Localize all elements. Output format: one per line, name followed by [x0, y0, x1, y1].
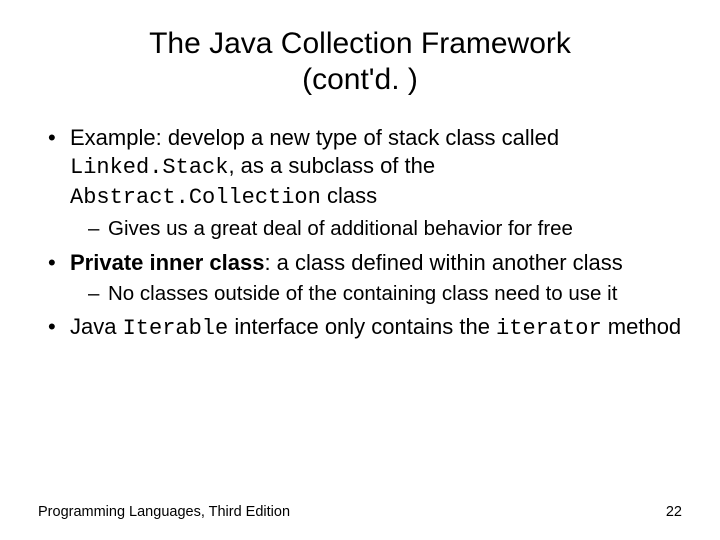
- b3-text-pre: Java: [70, 314, 123, 339]
- footer-source: Programming Languages, Third Edition: [38, 504, 290, 520]
- footer: Programming Languages, Third Edition 22: [38, 504, 682, 520]
- bullet-2: Private inner class: a class defined wit…: [46, 249, 682, 307]
- page-number: 22: [666, 504, 682, 520]
- bullet-3: Java Iterable interface only contains th…: [46, 313, 682, 343]
- b3-code-iterable: Iterable: [123, 316, 229, 341]
- b1-code-linkedstack: Linked.Stack: [70, 155, 228, 180]
- b2-bold: Private inner class: [70, 250, 264, 275]
- b1-text-post: class: [321, 183, 377, 208]
- b1-text-pre: Example: develop a new type of stack cla…: [70, 125, 559, 150]
- b3-code-iterator: iterator: [496, 316, 602, 341]
- bullet-1-sub-1: Gives us a great deal of additional beha…: [88, 216, 682, 242]
- b2-rest: : a class defined within another class: [264, 250, 622, 275]
- bullet-1: Example: develop a new type of stack cla…: [46, 124, 682, 243]
- b1-code-abstractcollection: Abstract.Collection: [70, 185, 321, 210]
- title-line-2: (cont'd. ): [302, 63, 418, 96]
- b3-text-post: method: [602, 314, 682, 339]
- slide-title: The Java Collection Framework (cont'd. ): [38, 26, 682, 98]
- title-line-1: The Java Collection Framework: [149, 27, 571, 60]
- bullet-list: Example: develop a new type of stack cla…: [38, 124, 682, 343]
- bullet-2-sublist: No classes outside of the containing cla…: [70, 281, 682, 307]
- b1-text-mid: , as a subclass of the: [228, 153, 435, 178]
- bullet-2-sub-1: No classes outside of the containing cla…: [88, 281, 682, 307]
- bullet-1-sublist: Gives us a great deal of additional beha…: [70, 216, 682, 242]
- b3-text-mid: interface only contains the: [228, 314, 496, 339]
